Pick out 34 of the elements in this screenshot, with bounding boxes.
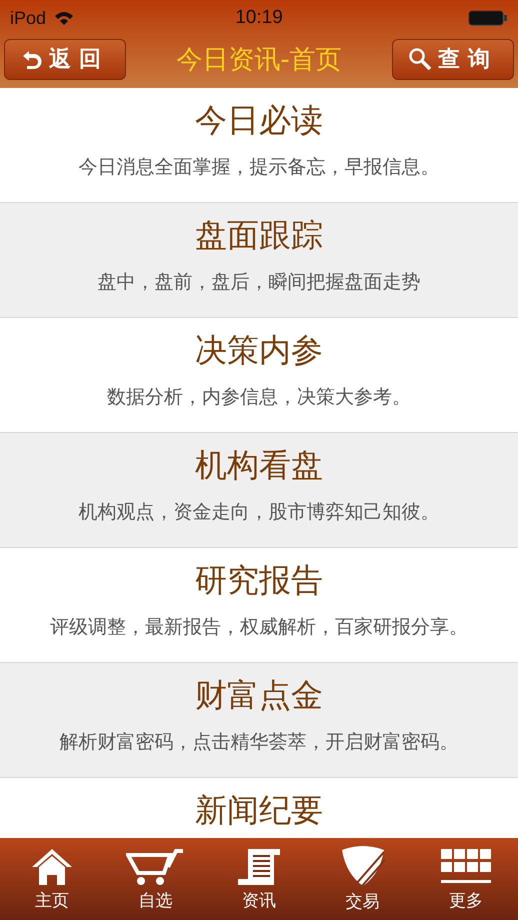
tab-bar-item[interactable]: 自选 [110, 846, 200, 912]
carrier-label: iPod [10, 8, 46, 28]
item-title: 财富点金 [195, 675, 323, 715]
item-title: 今日必读 [195, 100, 323, 140]
battery-icon [468, 10, 508, 26]
item-subtitle: 评级调整，最新报告，权威解析，百家研报分享。 [50, 615, 468, 640]
item-title: 新闻纪要 [195, 790, 323, 830]
list-item[interactable]: 财富点金 解析财富密码，点击精华荟萃，开启财富密码。 [0, 663, 518, 778]
clock-time: 10:19 [235, 7, 283, 29]
list-item[interactable]: 盘面跟踪 盘中，盘前，盘后，瞬间把握盘面走势 [0, 203, 518, 318]
item-title: 机构看盘 [195, 445, 323, 485]
item-subtitle: 今日消息全面掌握，提示备忘，早报信息。 [78, 155, 440, 180]
shield-icon [340, 846, 386, 888]
list-item[interactable]: 机构看盘 机构观点，资金走向，股市博弈知己知彼。 [0, 433, 518, 548]
item-title: 决策内参 [195, 330, 323, 370]
item-subtitle: 解析财富密码，点击精华荟萃，开启财富密码。 [60, 730, 458, 755]
home-icon [30, 846, 74, 886]
cart-icon [126, 846, 184, 886]
tab-bar-item[interactable]: 交易 [318, 846, 408, 912]
item-subtitle: 机构观点，资金走向，股市博弈知己知彼。 [78, 500, 440, 525]
wifi-icon [54, 10, 74, 26]
item-title: 盘面跟踪 [195, 215, 323, 255]
search-icon [408, 47, 432, 71]
back-icon [21, 49, 43, 69]
tab-bar-item[interactable]: 更多 [421, 846, 512, 912]
page-title: 今日资讯-首页 [176, 44, 342, 76]
item-subtitle: 数据分析，内参信息，决策大参考。 [107, 385, 411, 410]
back-button[interactable]: 返回 [4, 38, 126, 80]
search-button[interactable]: 查询 [392, 38, 514, 80]
item-title: 研究报告 [195, 560, 323, 600]
tab-bar-item[interactable]: 资讯 [214, 846, 304, 912]
document-icon [236, 846, 282, 886]
tab-bar-item[interactable]: 主页 [6, 846, 97, 912]
item-subtitle: 盘中，盘前，盘后，瞬间把握盘面走势 [98, 270, 420, 295]
